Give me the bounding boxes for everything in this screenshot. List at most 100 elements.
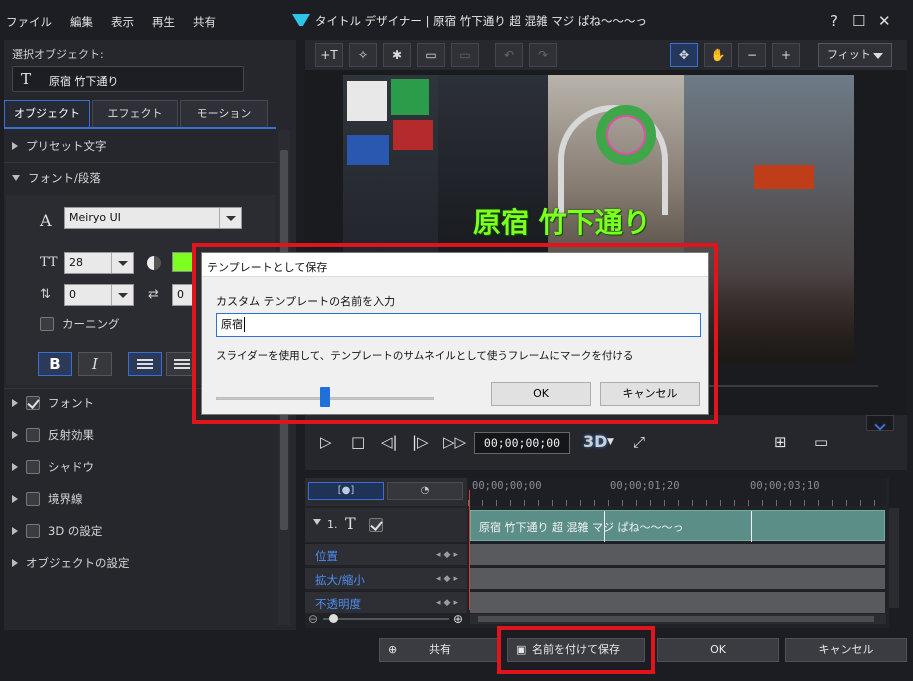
stop-icon[interactable]: □ bbox=[351, 433, 365, 451]
timeline-vscrollbar[interactable] bbox=[889, 508, 899, 608]
menu-file[interactable]: ファイル bbox=[6, 14, 52, 30]
help-button[interactable]: ? bbox=[830, 12, 838, 30]
keyframe-nav-icon[interactable]: ◂◆▸ bbox=[436, 574, 461, 584]
font-family-select[interactable]: Meiryo UI bbox=[64, 207, 242, 229]
bold-button[interactable]: B bbox=[38, 352, 72, 376]
italic-button[interactable]: I bbox=[78, 352, 112, 376]
section-font-paragraph[interactable]: フォント/段落 bbox=[12, 170, 101, 186]
dialog-ok-button[interactable]: OK bbox=[491, 382, 591, 406]
selected-object-field[interactable]: T 原宿 竹下通り bbox=[12, 66, 244, 92]
track-visible-checkbox[interactable] bbox=[369, 518, 383, 532]
font-checkbox[interactable] bbox=[26, 396, 40, 410]
text-color-swatch[interactable] bbox=[172, 252, 194, 272]
kerning-checkbox[interactable] bbox=[40, 317, 54, 331]
prev-frame-icon[interactable]: ◁| bbox=[381, 433, 398, 451]
add-effect-button[interactable]: ✱ bbox=[383, 43, 411, 67]
tab-motion[interactable]: モーション bbox=[180, 100, 268, 128]
section-object-settings[interactable]: オブジェクトの設定 bbox=[12, 555, 130, 571]
track-row-opacity[interactable]: 不透明度 ◂◆▸ bbox=[305, 591, 467, 613]
timeline-ruler[interactable]: 00;00;00;00 00;00;01;20 00;00;03;10 bbox=[468, 478, 886, 506]
zoom-out-icon[interactable]: − bbox=[738, 43, 766, 67]
ruler-ticks bbox=[468, 500, 886, 506]
timeline-keyframe-button[interactable]: ◔ bbox=[387, 482, 463, 500]
tab-object[interactable]: オブジェクト bbox=[4, 100, 90, 128]
3d-checkbox[interactable] bbox=[26, 524, 40, 538]
shadow-checkbox[interactable] bbox=[26, 460, 40, 474]
section-preset-text[interactable]: プリセット文字 bbox=[12, 138, 107, 154]
zoom-in-icon[interactable]: ⊕ bbox=[453, 612, 463, 626]
track-lane[interactable] bbox=[470, 567, 885, 589]
track-row-position[interactable]: 位置 ◂◆▸ bbox=[305, 543, 467, 565]
font-family-value: Meiryo UI bbox=[69, 211, 121, 224]
line-spacing-select[interactable]: 0 bbox=[64, 284, 134, 306]
kerning-option[interactable]: カーニング bbox=[40, 316, 120, 332]
title-text-overlay[interactable]: 原宿 竹下通り bbox=[473, 201, 651, 241]
menu-edit[interactable]: 編集 bbox=[70, 14, 93, 30]
keyframe-nav-icon[interactable]: ◂◆▸ bbox=[436, 598, 461, 608]
hand-icon[interactable]: ✋ bbox=[704, 43, 732, 67]
dialog-cancel-button[interactable]: キャンセル bbox=[600, 382, 700, 406]
next-frame-icon[interactable]: |▷ bbox=[412, 433, 429, 451]
expand-panel-button[interactable] bbox=[866, 415, 894, 431]
section-font[interactable]: フォント bbox=[12, 395, 94, 411]
chevron-down-icon[interactable] bbox=[313, 519, 321, 525]
undo-icon[interactable]: ↶ bbox=[495, 43, 523, 67]
close-button[interactable]: ✕ bbox=[878, 12, 891, 30]
share-button[interactable]: ⊕ 共有 bbox=[379, 638, 501, 662]
chevron-down-icon[interactable]: ▼ bbox=[607, 437, 614, 447]
reflection-checkbox[interactable] bbox=[26, 428, 40, 442]
maximize-button[interactable]: ☐ bbox=[852, 12, 865, 30]
menu-bar: ファイル 編集 表示 再生 共有 bbox=[6, 14, 216, 30]
zoom-slider-track[interactable] bbox=[323, 618, 449, 620]
font-size-select[interactable]: 28 bbox=[64, 252, 134, 274]
cancel-button[interactable]: キャンセル bbox=[785, 638, 907, 662]
track-header[interactable]: 1. T bbox=[305, 508, 467, 542]
select-move-icon[interactable]: ✥ bbox=[670, 43, 698, 67]
track-row-scale[interactable]: 拡大/縮小 ◂◆▸ bbox=[305, 567, 467, 589]
playhead[interactable] bbox=[469, 490, 470, 610]
zoom-fit-select[interactable]: フィット bbox=[818, 43, 892, 67]
track-lane[interactable] bbox=[470, 543, 885, 565]
letter-spacing-select[interactable]: 0 bbox=[172, 284, 196, 306]
3d-mode-button[interactable]: 3D bbox=[583, 432, 607, 451]
play-icon[interactable]: ▷ bbox=[320, 433, 332, 451]
zoom-out-icon[interactable]: ⊖ bbox=[308, 612, 318, 626]
section-border[interactable]: 境界線 bbox=[12, 491, 83, 507]
tab-effect[interactable]: エフェクト bbox=[92, 100, 178, 128]
menu-play[interactable]: 再生 bbox=[152, 14, 175, 30]
delete-object-button[interactable]: ▭ bbox=[451, 43, 479, 67]
add-text-button[interactable]: +T bbox=[315, 43, 343, 67]
add-particle-button[interactable]: ✧ bbox=[349, 43, 377, 67]
border-checkbox[interactable] bbox=[26, 492, 40, 506]
redo-icon[interactable]: ↷ bbox=[529, 43, 557, 67]
thumbnail-frame-slider-thumb[interactable] bbox=[320, 387, 330, 407]
row-label: 位置 bbox=[315, 549, 338, 563]
safe-zone-icon[interactable]: ⊞ bbox=[774, 433, 787, 451]
fullscreen-icon[interactable]: ⤢ bbox=[633, 433, 645, 451]
zoom-in-icon[interactable]: + bbox=[772, 43, 800, 67]
keyframe-nav-icon[interactable]: ◂◆▸ bbox=[436, 550, 461, 560]
zoom-slider-knob[interactable] bbox=[329, 614, 338, 623]
align-center-button[interactable] bbox=[166, 352, 196, 376]
selected-object-label: 選択オブジェクト: bbox=[12, 48, 104, 61]
align-left-button[interactable] bbox=[128, 352, 162, 376]
timeline-track-view-button[interactable]: [●] bbox=[308, 482, 384, 500]
ok-button[interactable]: OK bbox=[657, 638, 779, 662]
track-lane[interactable] bbox=[470, 591, 885, 613]
add-shape-button[interactable]: ▭ bbox=[417, 43, 445, 67]
menu-share[interactable]: 共有 bbox=[193, 14, 216, 30]
chevron-down-icon bbox=[12, 175, 20, 181]
section-shadow[interactable]: シャドウ bbox=[12, 459, 94, 475]
scroll-thumb[interactable] bbox=[478, 616, 874, 622]
grid-icon[interactable]: ▭ bbox=[814, 433, 828, 451]
menu-view[interactable]: 表示 bbox=[111, 14, 134, 30]
section-3d[interactable]: 3D の設定 bbox=[12, 523, 102, 539]
fast-forward-icon[interactable]: ▷▷ bbox=[443, 433, 466, 451]
timeline-hscrollbar[interactable] bbox=[470, 614, 886, 624]
save-as-button[interactable]: ▣ 名前を付けて保存 bbox=[507, 638, 645, 662]
title-clip[interactable]: 原宿 竹下通り 超 混雑 マジ ぱね〜〜〜っ bbox=[470, 510, 885, 542]
template-name-input[interactable]: 原宿 bbox=[216, 313, 701, 337]
section-reflection[interactable]: 反射効果 bbox=[12, 427, 94, 443]
scene-sign bbox=[347, 135, 389, 165]
timecode-display[interactable]: 00;00;00;00 bbox=[474, 432, 570, 454]
